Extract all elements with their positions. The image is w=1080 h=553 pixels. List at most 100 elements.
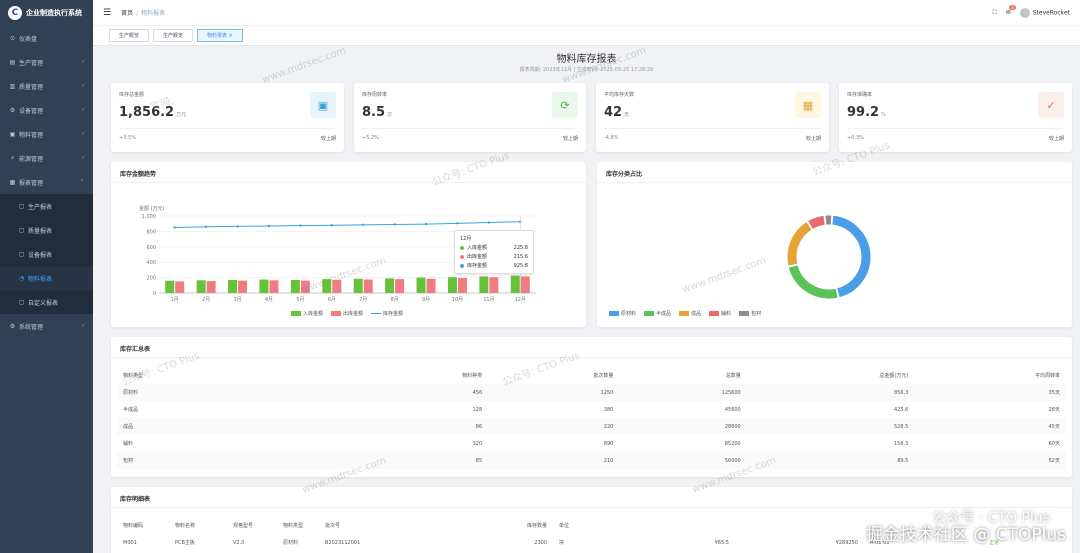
- sidebar-subitem-custom-report[interactable]: ▢ 自定义报表: [0, 290, 93, 314]
- table-cell: 28天: [1048, 407, 1060, 413]
- legend-item[interactable]: 入库金额: [291, 310, 323, 317]
- sidebar-item-energy[interactable]: ⚡ 能源管理 ›: [0, 146, 93, 170]
- table-header: 批次数量: [593, 373, 614, 379]
- pie-chart: [787, 215, 871, 299]
- tooltip-name: 出库金额: [467, 254, 488, 260]
- x-tick-label: 5月: [296, 297, 304, 303]
- table-cell: 2300: [534, 539, 547, 546]
- table-header: 物料种类: [462, 373, 483, 379]
- divider: [111, 357, 1072, 358]
- legend-label: 原材料: [621, 311, 637, 317]
- sidebar-item-reports[interactable]: ▦ 报表管理 ⌃: [0, 170, 93, 194]
- bar-inbound: [416, 277, 426, 293]
- sidebar-item-system[interactable]: ⚙ 系统管理 ›: [0, 314, 93, 338]
- tab-label: 物料报表: [207, 33, 228, 39]
- sidebar-subitem-material-report[interactable]: ◔ 物料报表: [0, 266, 93, 290]
- main-area: ☰ 首页 / 物料报表 ⛶ ✉ 3 SteveRocket 生产概览 生产概览 物料报…: [93, 0, 1080, 553]
- legend-dot: [460, 263, 464, 268]
- kpi-card-accuracy: 库存准确率 99.2% ✓ +0.3% 较上期: [839, 83, 1072, 152]
- app-logo[interactable]: C 企业制造执行系统: [0, 0, 93, 26]
- tab-material-report[interactable]: 物料报表 ×: [197, 29, 243, 42]
- legend-item[interactable]: 包材: [739, 310, 761, 317]
- legend-item[interactable]: 成品: [679, 310, 701, 317]
- breadcrumb-home[interactable]: 首页: [121, 10, 133, 17]
- x-tick-label: 8月: [391, 297, 399, 303]
- table-cell: 辅料: [123, 441, 134, 447]
- legend-swatch: [679, 311, 690, 316]
- legend-swatch: [709, 311, 720, 316]
- kpi-label: 库存准确率: [847, 92, 873, 98]
- chevron-right-icon: ›: [82, 155, 84, 161]
- device-icon: ⚙: [9, 106, 16, 114]
- table-cell: 52天: [914, 452, 1066, 469]
- report-subtitle: 报表周期: 2023年12月 | 生成时间: 2025-03-25 17:28:…: [519, 67, 654, 73]
- table-cell: 35天: [914, 384, 1066, 401]
- sidebar-item-material[interactable]: ▣ 物料管理 ›: [0, 122, 93, 146]
- hamburger-icon[interactable]: ☰: [103, 8, 111, 18]
- legend-label: 包材: [751, 311, 762, 317]
- pie-slice: [808, 215, 825, 229]
- tab-production-overview[interactable]: 生产概览: [109, 29, 150, 42]
- pie-icon: ◔: [18, 274, 25, 282]
- bar-inbound: [259, 279, 269, 293]
- sidebar-item-dashboard[interactable]: ⊙ 仪表盘: [0, 26, 93, 50]
- chevron-right-icon: ›: [82, 323, 84, 329]
- settings-icon: ⚙: [9, 322, 16, 330]
- breadcrumb-separator: /: [136, 10, 139, 17]
- legend-item[interactable]: 出库金额: [331, 310, 363, 317]
- kpi-card-inventory-value: 库存总金额 1,856.2 万元 ▣ +3.5% 较上期: [111, 83, 344, 152]
- doc-icon: ▢: [18, 226, 25, 234]
- dashboard-icon: ⊙: [9, 34, 16, 42]
- legend-item[interactable]: 辅料: [709, 310, 731, 317]
- legend-item[interactable]: 半成品: [644, 310, 671, 317]
- table-cell: V2.0: [233, 539, 245, 546]
- message-icon[interactable]: ✉ 3: [1006, 5, 1016, 16]
- y-tick-label: 200: [146, 276, 156, 282]
- kpi-number: 42: [604, 105, 623, 120]
- summary-table: 物料类型 物料种类 批次数量 总数量 总金额(万元) 平均周转率 原材料 456 1…: [117, 367, 1066, 469]
- legend-item[interactable]: 库存金额: [371, 310, 403, 317]
- chevron-right-icon: ›: [82, 131, 84, 137]
- sidebar-subitem-production-report[interactable]: ▢ 生产报表: [0, 194, 93, 218]
- pie-slice: [787, 222, 812, 266]
- sidebar-item-label: 物料报表: [28, 275, 53, 283]
- divider: [604, 128, 821, 129]
- table-row: 包材 85 210 56000 89.5 52天: [117, 452, 1066, 469]
- table-header: [735, 517, 864, 534]
- sidebar-item-device[interactable]: ⚙ 设备管理 ›: [0, 98, 93, 122]
- tab-production-overview-2[interactable]: 生产概览: [153, 29, 194, 42]
- table-header: 平均周转率: [1034, 373, 1060, 379]
- sidebar-subitem-device-report[interactable]: ▢ 设备报表: [0, 242, 93, 266]
- pie-legend: 原材料 半成品 成品 辅料 包材: [609, 310, 761, 317]
- bar-inbound: [228, 279, 238, 293]
- kpi-value: 1,856.2 万元: [119, 105, 186, 120]
- table-header: 单位: [559, 523, 570, 529]
- sidebar-item-quality[interactable]: ▥ 质量管理 ›: [0, 74, 93, 98]
- x-tick-label: 2月: [202, 297, 210, 303]
- table-cell: 56000: [619, 452, 747, 469]
- table-header: 物料编码: [123, 523, 144, 529]
- table-cell: 128: [472, 406, 483, 413]
- table-cell: M001: [123, 539, 137, 546]
- table-cell: 456: [357, 384, 489, 401]
- sidebar-item-production[interactable]: ▤ 生产管理 ›: [0, 50, 93, 74]
- avatar: [1019, 7, 1030, 18]
- user-menu[interactable]: SteveRocket: [1019, 7, 1070, 18]
- legend-swatch: [609, 311, 619, 316]
- legend-label: 库存金额: [383, 311, 404, 317]
- legend-dot: [460, 245, 464, 250]
- legend-item[interactable]: 原材料: [609, 310, 636, 317]
- kpi-unit: 天: [624, 112, 630, 118]
- doc-icon: ▢: [18, 250, 25, 258]
- sidebar-subitem-quality-report[interactable]: ▢ 质量报表: [0, 218, 93, 242]
- chevron-right-icon: ›: [82, 59, 84, 65]
- kpi-unit: 万元: [176, 112, 187, 118]
- kpi-label: 库存总金额: [119, 92, 145, 98]
- divider: [111, 507, 1072, 508]
- fullscreen-icon[interactable]: ⛶: [992, 9, 996, 17]
- kpi-label: 库存周转率: [362, 92, 388, 98]
- close-icon[interactable]: ×: [229, 33, 233, 39]
- table-cell: 85200: [724, 440, 741, 447]
- table-cell: 86: [357, 418, 489, 435]
- kpi-number: 8.5: [362, 105, 386, 120]
